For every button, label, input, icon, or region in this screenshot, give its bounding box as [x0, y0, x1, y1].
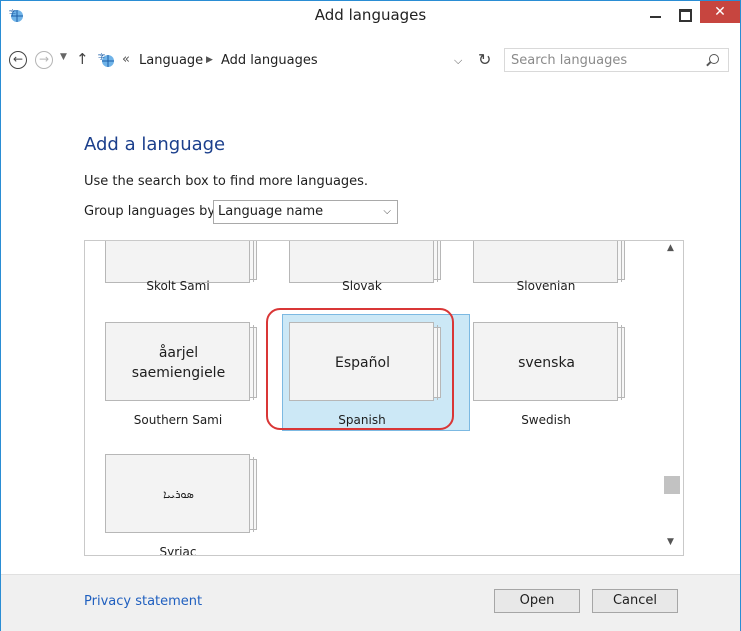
close-icon: ✕: [714, 4, 726, 20]
language-list[interactable]: Skolt Sami Slovak Slovenian åarjel saemi…: [84, 240, 684, 556]
search-input[interactable]: Search languages: [504, 48, 729, 72]
annotation-highlight-ring: [266, 308, 454, 430]
svg-text:字: 字: [98, 52, 105, 61]
language-tile-card[interactable]: [105, 241, 257, 283]
group-by-value: Language name: [218, 204, 324, 219]
forward-arrow-icon: →: [38, 52, 50, 66]
vertical-scrollbar[interactable]: ▲ ▼: [661, 241, 683, 555]
breadcrumb[interactable]: 字 « Language ▶ Add languages ⌵: [96, 47, 498, 75]
scroll-up-icon[interactable]: ▲: [667, 243, 674, 253]
refresh-button[interactable]: ↻: [478, 50, 491, 69]
language-name: Slovenian: [516, 279, 576, 293]
page-title: Add a language: [84, 134, 226, 155]
forward-button[interactable]: →: [35, 51, 53, 69]
open-button[interactable]: Open: [494, 589, 580, 613]
search-hint: Use the search box to find more language…: [84, 174, 369, 189]
language-tile-card[interactable]: åarjel saemiengiele: [105, 322, 257, 401]
language-tile-card[interactable]: svenska: [473, 322, 625, 401]
breadcrumb-add-languages[interactable]: Add languages: [221, 53, 318, 68]
close-button[interactable]: ✕: [700, 1, 740, 23]
back-arrow-icon: ←: [12, 52, 24, 66]
cancel-button[interactable]: Cancel: [592, 589, 678, 613]
language-tile-card[interactable]: [473, 241, 625, 283]
language-name: Swedish: [521, 413, 571, 427]
back-button[interactable]: ←: [9, 51, 27, 69]
up-arrow-icon: ↑: [76, 50, 89, 68]
search-placeholder: Search languages: [511, 53, 628, 68]
language-location-icon: 字: [98, 51, 116, 69]
footer: Privacy statement Open Cancel: [1, 574, 740, 631]
up-button[interactable]: ↑: [76, 50, 89, 68]
language-native-name: ܣܘܪܝܝܐ: [163, 487, 194, 501]
window-title: Add languages: [314, 6, 427, 24]
breadcrumb-language[interactable]: Language: [139, 53, 203, 68]
language-tile-card[interactable]: ܣܘܪܝܝܐ: [105, 454, 257, 533]
address-bar: ← → ▼ ↑ 字 « Language ▶ Add languages ⌵ ↻…: [1, 47, 740, 77]
minimize-button[interactable]: [644, 5, 668, 25]
chevron-down-icon: ▼: [60, 52, 67, 62]
group-by-label: Group languages by:: [84, 204, 219, 219]
address-dropdown-icon[interactable]: ⌵: [454, 54, 462, 68]
language-native-name: åarjel saemiengiele: [131, 344, 226, 381]
chevron-down-icon: ⌵: [383, 206, 391, 217]
privacy-statement-link[interactable]: Privacy statement: [84, 594, 202, 609]
maximize-button[interactable]: [673, 5, 697, 25]
breadcrumb-overflow[interactable]: «: [122, 52, 130, 67]
title-bar: 字 Add languages ✕: [1, 1, 740, 31]
search-icon[interactable]: [709, 54, 719, 64]
add-languages-window: 字 Add languages ✕ ← → ▼ ↑ 字 « Language ▶…: [0, 0, 741, 631]
language-native-name: svenska: [518, 354, 575, 371]
chevron-right-icon[interactable]: ▶: [206, 55, 213, 65]
language-tile-card[interactable]: [289, 241, 441, 283]
language-name: Southern Sami: [133, 413, 223, 427]
recent-locations-button[interactable]: ▼: [60, 52, 67, 62]
scrollbar-thumb[interactable]: [664, 476, 680, 494]
group-by-select[interactable]: Language name ⌵: [213, 200, 398, 224]
refresh-icon: ↻: [478, 50, 492, 69]
language-name: Slovak: [342, 279, 382, 293]
scroll-down-icon[interactable]: ▼: [667, 537, 674, 547]
language-name: Skolt Sami: [146, 279, 210, 293]
language-name: Syriac: [159, 545, 197, 556]
